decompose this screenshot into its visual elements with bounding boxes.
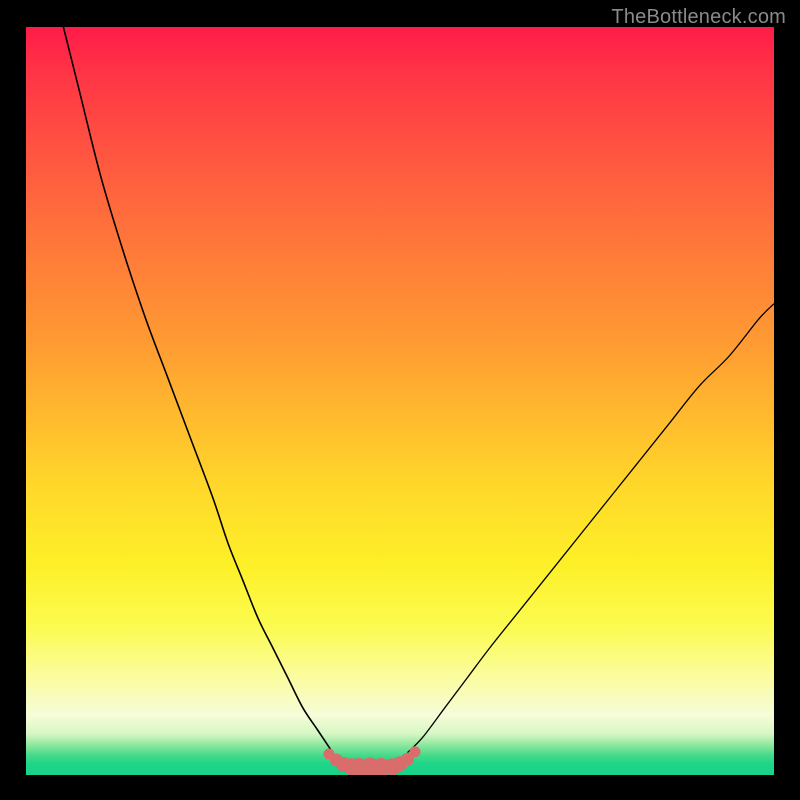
valley-marker-dot [409,746,420,757]
plot-area [26,27,774,775]
curve-left-path [63,27,332,753]
watermark-label: TheBottleneck.com [611,6,786,29]
chart-frame: TheBottleneck.com [0,0,800,800]
valley-markers-group [323,746,420,775]
curve-right-path [407,304,774,753]
curve-overlay [26,27,774,775]
